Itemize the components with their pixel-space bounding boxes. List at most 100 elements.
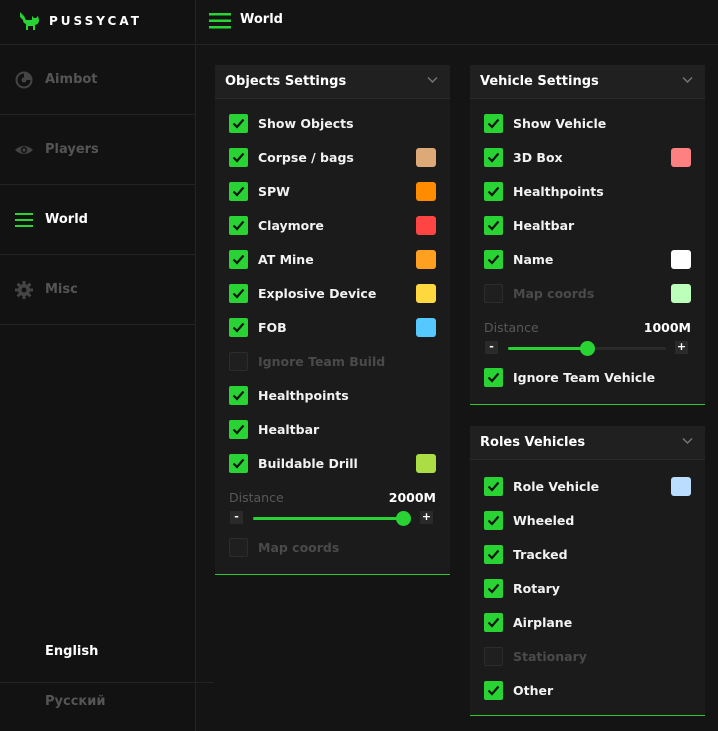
checkbox-map-coords[interactable] [229, 538, 248, 557]
language-russian[interactable]: Русский [45, 694, 105, 709]
option-row-rotary: Rotary [470, 578, 705, 602]
checkbox-healthpoints[interactable] [229, 386, 248, 405]
checkbox-at-mine[interactable] [229, 250, 248, 269]
checkbox-name[interactable] [484, 250, 503, 269]
option-label: Stationary [513, 649, 587, 664]
option-label: Healthpoints [258, 388, 349, 403]
color-swatch-role-vehicle[interactable] [671, 477, 691, 496]
panel-title: Vehicle Settings [480, 74, 599, 89]
distance-slider-thumb[interactable] [579, 341, 595, 356]
checkbox-show-vehicle[interactable] [484, 114, 503, 133]
sidebar-item-label: Players [45, 142, 99, 157]
color-swatch-map-coords[interactable] [671, 284, 691, 303]
color-swatch-corpse-bags[interactable] [416, 148, 436, 167]
brand-name: PUSSYCAT [49, 14, 142, 28]
check-icon [232, 390, 245, 401]
panel-header[interactable]: Objects Settings [215, 65, 450, 99]
vehicle-settings-panel: Vehicle Settings Show Vehicle 3D Box Healt… [470, 65, 705, 405]
option-label: Ignore Team Vehicle [513, 370, 656, 385]
color-swatch-spw[interactable] [416, 182, 436, 201]
distance-value: 1000M [643, 320, 691, 335]
checkbox-healthpoints[interactable] [484, 182, 503, 201]
distance-slider-fill [253, 517, 403, 520]
language-english[interactable]: English [45, 644, 98, 659]
sidebar-item-world[interactable]: World [0, 185, 196, 255]
check-icon [232, 220, 245, 231]
option-row-name: Name [470, 249, 705, 273]
option-row-tracked: Tracked [470, 544, 705, 568]
option-row-wheeled: Wheeled [470, 510, 705, 534]
option-row-3d-box: 3D Box [470, 147, 705, 171]
distance-slider-thumb[interactable] [395, 511, 411, 526]
distance-slider[interactable] [253, 511, 411, 526]
checkbox-spw[interactable] [229, 182, 248, 201]
sidebar-item-misc[interactable]: Misc [0, 255, 196, 325]
distance-value: 2000M [388, 490, 436, 505]
sidebar-item-players[interactable]: Players [0, 115, 196, 185]
distance-decrease-button[interactable]: - [230, 511, 243, 524]
checkbox-healtbar[interactable] [229, 420, 248, 439]
color-swatch-name[interactable] [671, 250, 691, 269]
checkbox-3d-box[interactable] [484, 148, 503, 167]
distance-increase-button[interactable]: + [420, 511, 433, 524]
check-icon [487, 583, 500, 594]
check-icon [487, 186, 500, 197]
check-icon [487, 152, 500, 163]
checkbox-wheeled[interactable] [484, 511, 503, 530]
aimbot-icon [15, 71, 33, 89]
color-swatch-explosive-device[interactable] [416, 284, 436, 303]
sidebar-item-aimbot[interactable]: Aimbot [0, 45, 196, 115]
menu-lines-icon [15, 213, 33, 227]
check-icon [232, 322, 245, 333]
color-swatch-buildable-drill[interactable] [416, 454, 436, 473]
checkbox-ignore-team-build[interactable] [229, 352, 248, 371]
checkbox-ignore-team-vehicle[interactable] [484, 368, 503, 387]
divider [0, 682, 214, 683]
checkbox-claymore[interactable] [229, 216, 248, 235]
option-row-healtbar: Healtbar [215, 419, 450, 443]
option-row-healthpoints: Healthpoints [215, 385, 450, 409]
cat-logo-icon [20, 12, 39, 30]
checkbox-role-vehicle[interactable] [484, 477, 503, 496]
panel-header[interactable]: Roles Vehicles [470, 426, 705, 460]
brand: PUSSYCAT [0, 0, 196, 45]
option-row-buildable-drill: Buildable Drill [215, 453, 450, 477]
distance-decrease-button[interactable]: - [485, 341, 498, 354]
checkbox-buildable-drill[interactable] [229, 454, 248, 473]
option-label: Healtbar [513, 218, 575, 233]
check-icon [232, 118, 245, 129]
option-label: Map coords [513, 286, 595, 301]
option-row-at-mine: AT Mine [215, 249, 450, 273]
check-icon [232, 458, 245, 469]
option-label: Tracked [513, 547, 568, 562]
checkbox-stationary[interactable] [484, 647, 503, 666]
color-swatch-fob[interactable] [416, 318, 436, 337]
check-icon [487, 220, 500, 231]
option-label: Role Vehicle [513, 479, 600, 494]
checkbox-other[interactable] [484, 681, 503, 700]
checkbox-tracked[interactable] [484, 545, 503, 564]
checkbox-airplane[interactable] [484, 613, 503, 632]
sidebar-item-label: World [45, 212, 88, 227]
distance-slider[interactable] [508, 341, 666, 356]
option-row-explosive-device: Explosive Device [215, 283, 450, 307]
option-label: Explosive Device [258, 286, 377, 301]
checkbox-healtbar[interactable] [484, 216, 503, 235]
color-swatch-3d-box[interactable] [671, 148, 691, 167]
hamburger-menu-icon[interactable] [209, 12, 231, 30]
option-label: Rotary [513, 581, 560, 596]
check-icon [487, 118, 500, 129]
checkbox-map-coords[interactable] [484, 284, 503, 303]
distance-increase-button[interactable]: + [675, 341, 688, 354]
checkbox-corpse-bags[interactable] [229, 148, 248, 167]
checkbox-show-objects[interactable] [229, 114, 248, 133]
checkbox-fob[interactable] [229, 318, 248, 337]
checkbox-explosive-device[interactable] [229, 284, 248, 303]
checkbox-rotary[interactable] [484, 579, 503, 598]
option-row-corpse-bags: Corpse / bags [215, 147, 450, 171]
option-label: Healtbar [258, 422, 320, 437]
color-swatch-at-mine[interactable] [416, 250, 436, 269]
panel-header[interactable]: Vehicle Settings [470, 65, 705, 99]
color-swatch-claymore[interactable] [416, 216, 436, 235]
option-label: Name [513, 252, 554, 267]
